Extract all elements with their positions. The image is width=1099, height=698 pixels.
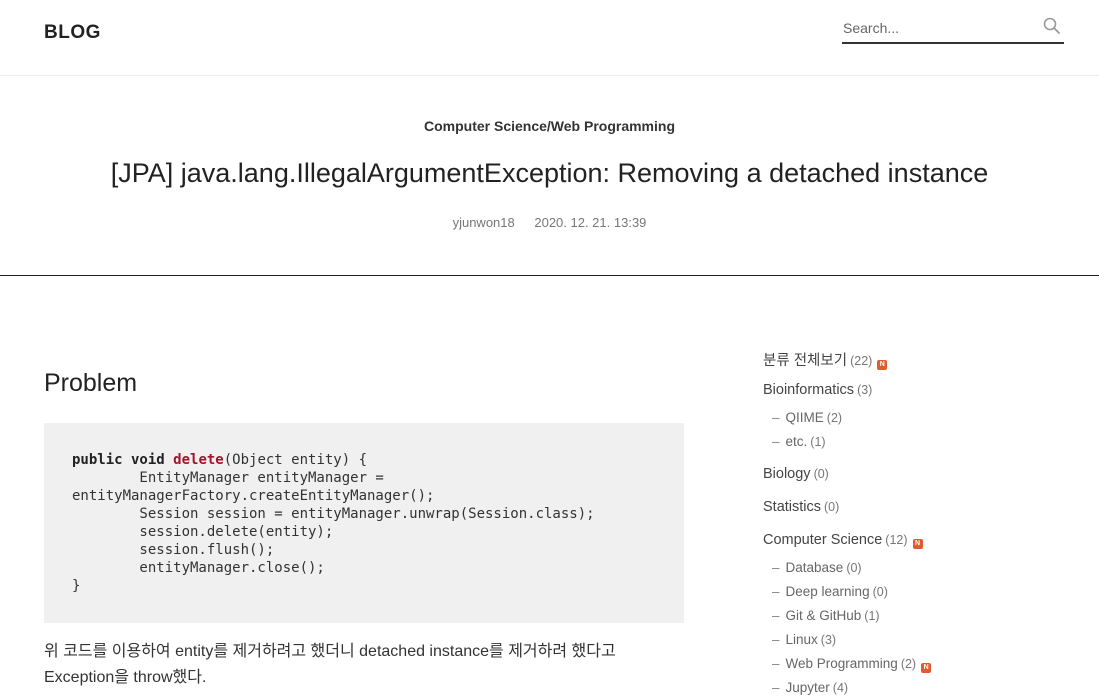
category-biology[interactable]: Biology (0) [763, 466, 829, 482]
paragraph-line: Exception을 throw했다. [44, 669, 207, 686]
category-count: (2) [900, 657, 917, 671]
post-header: Computer Science/Web Programming [JPA] j… [0, 76, 1099, 276]
code-block: public void delete(Object entity) { Enti… [44, 423, 684, 623]
subcategory-dash: – [772, 584, 780, 599]
category-count: (0) [872, 585, 888, 599]
category-count: (12) [885, 533, 908, 547]
code-function-name: delete [173, 452, 224, 468]
subcategory-etc[interactable]: – etc. (1) [772, 434, 826, 449]
subcategory-qiime[interactable]: – QIIME (2) [772, 410, 842, 425]
category-count: (1) [864, 609, 880, 623]
blog-logo[interactable]: BLOG [44, 22, 101, 44]
paragraph-line: 위 코드를 이용하여 entity를 제거하려고 했더니 detached in… [44, 643, 616, 660]
subcategory-git-github[interactable]: – Git & GitHub (1) [772, 608, 880, 623]
post-title: [JPA] java.lang.IllegalArgumentException… [110, 158, 989, 188]
post-date: 2020. 12. 21. 13:39 [534, 215, 647, 230]
category-count: (0) [846, 561, 862, 575]
search-icon[interactable] [1042, 16, 1062, 36]
category-statistics[interactable]: Statistics (0) [763, 499, 839, 515]
subcategory-jupyter[interactable]: – Jupyter (4) [772, 680, 848, 695]
category-count: (2) [826, 411, 843, 425]
category-count: (4) [832, 681, 849, 695]
subcategory-dash: – [772, 632, 780, 647]
category-count: (3) [820, 633, 837, 647]
category-bioinformatics[interactable]: Bioinformatics (3) [763, 382, 872, 398]
subcategory-deep-learning[interactable]: – Deep learning (0) [772, 584, 888, 599]
new-badge: N [877, 360, 888, 370]
subcategory-web-programming[interactable]: – Web Programming (2) N [772, 656, 932, 673]
section-heading: Problem [44, 369, 138, 397]
subcategory-dash: – [772, 656, 780, 671]
paragraph: 위 코드를 이용하여 entity를 제거하려고 했더니 detached in… [44, 639, 684, 691]
category-count: (0) [813, 467, 829, 481]
search-input[interactable] [843, 17, 1033, 39]
subcategory-database[interactable]: – Database (0) [772, 560, 862, 575]
code-keyword: public void [72, 452, 174, 468]
site-header: BLOG [0, 0, 1099, 76]
subcategory-dash: – [772, 434, 780, 449]
category-count: (1) [810, 435, 826, 449]
category-all[interactable]: 분류 전체보기 (22) N [763, 349, 888, 370]
subcategory-dash: – [772, 608, 780, 623]
category-computer-science[interactable]: Computer Science (12) N [763, 532, 923, 549]
subcategory-dash: – [772, 560, 780, 575]
category-count: (22) [850, 354, 873, 368]
new-badge: N [912, 539, 923, 549]
subcategory-dash: – [772, 680, 780, 695]
subcategory-linux[interactable]: – Linux (3) [772, 632, 836, 647]
new-badge: N [921, 663, 932, 673]
category-count: (3) [857, 383, 873, 397]
category-count: (0) [824, 500, 840, 514]
post-meta: yjunwon18 2020. 12. 21. 13:39 [0, 215, 1099, 230]
subcategory-dash: – [772, 410, 780, 425]
post-category[interactable]: Computer Science/Web Programming [0, 118, 1099, 134]
code-body: (Object entity) { EntityManager entityMa… [72, 452, 595, 594]
search-box [842, 14, 1064, 44]
post-author: yjunwon18 [452, 215, 515, 230]
